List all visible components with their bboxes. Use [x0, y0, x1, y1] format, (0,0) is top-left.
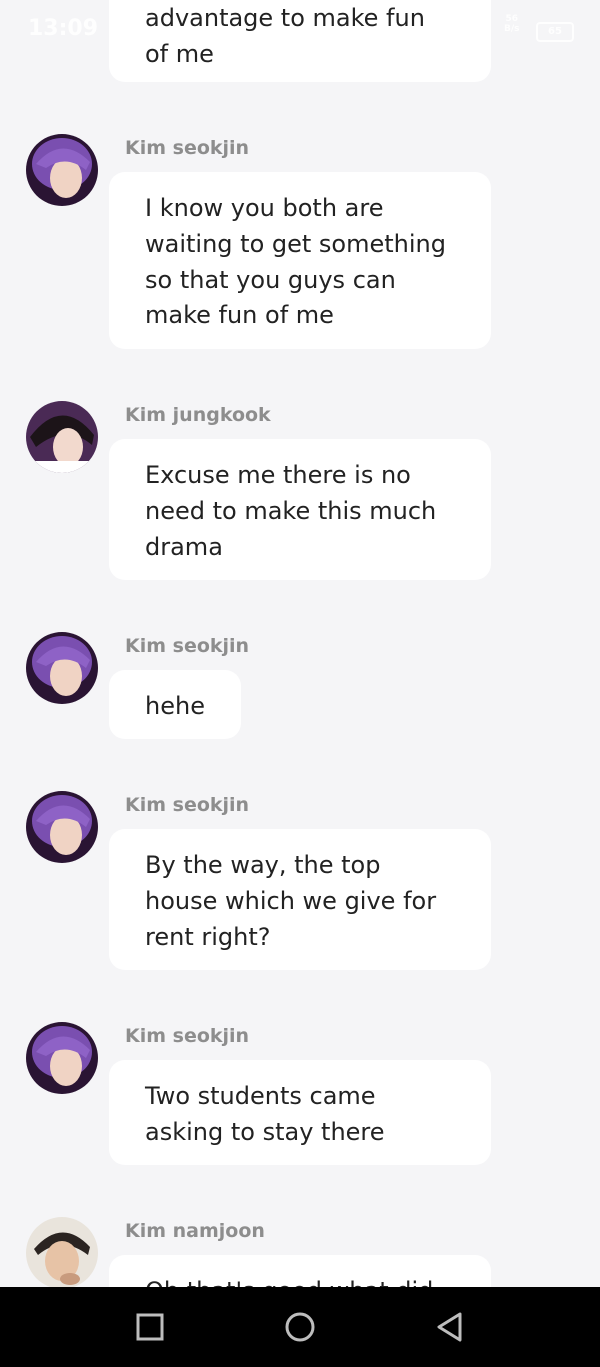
message-bubble: Excuse me there is no need to make this … [109, 439, 491, 580]
sender-name: Kim namjoon [125, 1220, 265, 1242]
sender-name: Kim jungkook [125, 404, 271, 426]
network-speed: 56 B/s [504, 14, 520, 34]
circle-icon[interactable] [282, 1309, 318, 1345]
message-text: hehe [145, 692, 205, 720]
triangle-back-icon[interactable] [432, 1309, 468, 1345]
seokjin-avatar[interactable] [26, 791, 98, 863]
chat-view[interactable]: advantage to make fun of me Kim seokjin … [0, 0, 600, 1287]
system-nav-bar [0, 1287, 600, 1367]
message-bubble: hehe [109, 670, 241, 739]
network-speed-value: 56 [505, 14, 519, 24]
message-text: I know you both are waiting to get somet… [145, 194, 446, 330]
message-text: Two students came asking to stay there [145, 1082, 385, 1146]
message-bubble: By the way, the top house which we give … [109, 829, 491, 970]
message-bubble: Two students came asking to stay there [109, 1060, 491, 1165]
message-text: Excuse me there is no need to make this … [145, 461, 437, 561]
seokjin-avatar[interactable] [26, 134, 98, 206]
sender-name: Kim seokjin [125, 137, 250, 159]
battery-level: 65 [548, 26, 562, 37]
network-speed-unit: B/s [504, 24, 520, 34]
seokjin-avatar[interactable] [26, 1022, 98, 1094]
message-text: Oh that's good what did [145, 1277, 433, 1287]
status-time: 13:09 [28, 16, 99, 41]
message-text: By the way, the top house which we give … [145, 851, 437, 951]
message-bubble: I know you both are waiting to get somet… [109, 172, 491, 349]
sender-name: Kim seokjin [125, 1025, 250, 1047]
jungkook-avatar[interactable] [26, 401, 98, 473]
sender-name: Kim seokjin [125, 635, 250, 657]
battery-icon: 65 [536, 22, 574, 42]
seokjin-avatar[interactable] [26, 632, 98, 704]
sender-name: Kim seokjin [125, 794, 250, 816]
square-icon[interactable] [132, 1309, 168, 1345]
status-bar: 13:09 56 B/s 65 [0, 0, 600, 60]
message-bubble: Oh that's good what did [109, 1255, 491, 1287]
namjoon-avatar[interactable] [26, 1217, 98, 1287]
